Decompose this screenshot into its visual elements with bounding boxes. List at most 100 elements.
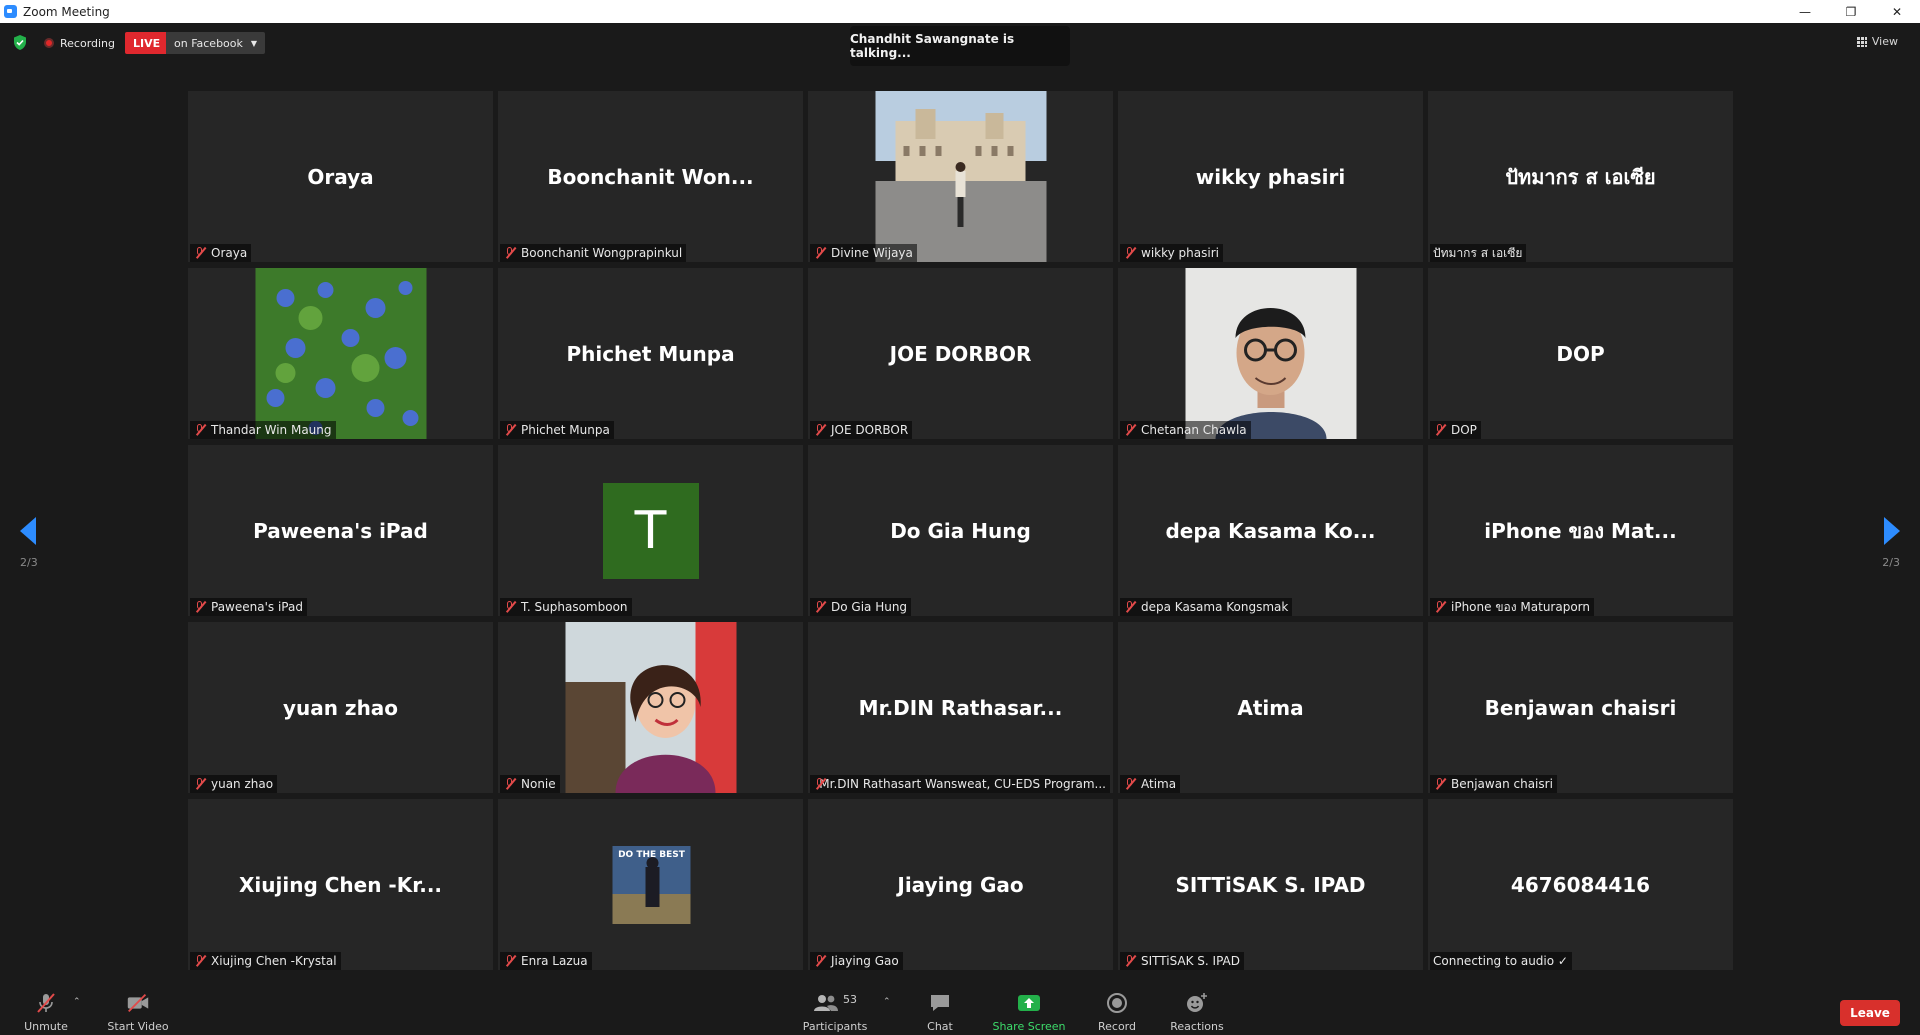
participant-display-name: Atima	[1237, 695, 1304, 720]
participants-label: Participants	[802, 1020, 868, 1033]
record-label: Record	[1097, 1020, 1136, 1033]
gallery-view: Oraya Oraya Boonchanit Won... Boonchanit Wo…	[188, 91, 1733, 971]
participant-name-label: Enra Lazua	[500, 952, 592, 970]
leave-button[interactable]: Leave	[1840, 1000, 1900, 1026]
participant-tile[interactable]: DOP DOP	[1428, 268, 1733, 439]
participant-tile[interactable]: SITTiSAK S. IPAD SITTiSAK S. IPAD	[1118, 799, 1423, 970]
participant-name-label: Paweena's iPad	[190, 598, 307, 616]
live-stream-label: on Facebook	[174, 36, 243, 50]
participant-tile[interactable]: Boonchanit Won... Boonchanit Wongprapinku…	[498, 91, 803, 262]
participant-name-text: Benjawan chaisri	[1451, 777, 1553, 791]
muted-mic-icon	[813, 954, 827, 968]
participant-tile[interactable]: Benjawan chaisri Benjawan chaisri	[1428, 622, 1733, 793]
participant-tile[interactable]: 4676084416 Connecting to audio ✓	[1428, 799, 1733, 970]
participant-name-text: DOP	[1451, 423, 1477, 437]
muted-mic-icon	[503, 246, 517, 260]
participant-tile[interactable]: Jiaying Gao Jiaying Gao	[808, 799, 1113, 970]
participant-display-name: Boonchanit Won...	[547, 164, 754, 189]
participant-video-city-square-photo	[875, 91, 1046, 262]
participant-tile[interactable]: Atima Atima	[1118, 622, 1423, 793]
participant-tile[interactable]: Oraya Oraya	[188, 91, 493, 262]
unmute-label: Unmute	[24, 1020, 68, 1033]
participant-tile[interactable]: Xiujing Chen -Kr... Xiujing Chen -Krystal	[188, 799, 493, 970]
participant-display-name: wikky phasiri	[1195, 164, 1346, 189]
participant-tile[interactable]: T T. Suphasomboon	[498, 445, 803, 616]
previous-page-arrow-icon[interactable]	[20, 517, 36, 545]
participant-display-name: DOP	[1556, 341, 1605, 366]
participant-name-label: SITTiSAK S. IPAD	[1120, 952, 1245, 970]
participant-display-name: Phichet Munpa	[566, 341, 735, 366]
muted-mic-icon	[503, 423, 517, 437]
chat-button[interactable]: Chat	[920, 980, 960, 1035]
participant-count: 53	[843, 992, 857, 1006]
participant-name-label: Phichet Munpa	[500, 421, 614, 439]
participant-display-name: Paweena's iPad	[253, 518, 428, 543]
participant-tile[interactable]: Chetanan Chawla	[1118, 268, 1423, 439]
participant-display-name: Mr.DIN Rathasar...	[858, 695, 1063, 720]
participant-name-label: T. Suphasomboon	[500, 598, 632, 616]
participant-tile[interactable]: Phichet Munpa Phichet Munpa	[498, 268, 803, 439]
participants-options-caret-icon[interactable]: ⌃	[883, 997, 891, 1007]
participant-name-text: ปัทมากร ส เอเซีย	[1433, 245, 1523, 260]
participant-tile[interactable]: ปัทมากร ส เอเซีย ปัทมากร ส เอเซีย	[1428, 91, 1733, 262]
participant-tile[interactable]: Divine Wijaya	[808, 91, 1113, 262]
participant-name-text: Phichet Munpa	[521, 423, 610, 437]
participant-tile[interactable]: Do Gia Hung Do Gia Hung	[808, 445, 1113, 616]
share-screen-button[interactable]: Share Screen	[990, 980, 1068, 1035]
participant-tile[interactable]: Thandar Win Maung	[188, 268, 493, 439]
participant-tile[interactable]: yuan zhao yuan zhao	[188, 622, 493, 793]
participant-name-text: Mr.DIN Rathasart Wansweat, CU-EDS Progra…	[819, 777, 1106, 791]
participant-tile[interactable]: wikky phasiri wikky phasiri	[1118, 91, 1423, 262]
record-button[interactable]: Record	[1095, 980, 1139, 1035]
zoom-app-icon	[4, 5, 17, 18]
participants-button[interactable]: 53 Participants	[800, 980, 870, 1035]
participant-tile[interactable]: Mr.DIN Rathasar... Mr.DIN Rathasart Wansw…	[808, 622, 1113, 793]
muted-mic-icon	[193, 246, 207, 260]
reactions-button[interactable]: Reactions	[1168, 980, 1226, 1035]
participant-tile[interactable]: depa Kasama Ko... depa Kasama Kongsmak	[1118, 445, 1423, 616]
muted-mic-icon	[1433, 600, 1447, 614]
live-badge[interactable]: LIVE	[125, 32, 169, 54]
participant-display-name: Oraya	[307, 164, 374, 189]
participant-tile[interactable]: JOE DORBOR JOE DORBOR	[808, 268, 1113, 439]
window-titlebar: Zoom Meeting — ❐ ✕	[0, 0, 1920, 23]
caret-down-icon: ▼	[250, 38, 258, 48]
close-button[interactable]: ✕	[1874, 0, 1920, 23]
participant-name-label: Mr.DIN Rathasart Wansweat, CU-EDS Progra…	[810, 775, 1110, 793]
participant-display-name: Benjawan chaisri	[1484, 695, 1677, 720]
participant-name-text: Divine Wijaya	[831, 246, 913, 260]
participant-name-label: Jiaying Gao	[810, 952, 903, 970]
minimize-button[interactable]: —	[1782, 0, 1828, 23]
muted-mic-icon	[1123, 954, 1137, 968]
participant-name-label: Do Gia Hung	[810, 598, 912, 616]
participant-video-do-the-best-photo: DO THE BEST	[565, 799, 736, 970]
participant-tile[interactable]: iPhone ของ Mat... iPhone ของ Maturaporn	[1428, 445, 1733, 616]
participant-display-name: ปัทมากร ส เอเซีย	[1505, 164, 1656, 189]
restore-button[interactable]: ❐	[1828, 0, 1874, 23]
muted-mic-icon	[1433, 777, 1447, 791]
audio-options-caret-icon[interactable]: ⌃	[73, 997, 81, 1007]
participant-name-label: Oraya	[190, 244, 252, 262]
muted-mic-icon	[813, 246, 827, 260]
participant-name-label: Nonie	[500, 775, 560, 793]
video-off-camera-icon	[125, 992, 151, 1014]
avatar: T	[602, 482, 699, 579]
security-shield-icon[interactable]	[12, 34, 28, 51]
live-stream-dropdown[interactable]: on Facebook ▼	[166, 32, 266, 54]
participant-tile[interactable]: Nonie	[498, 622, 803, 793]
window-title: Zoom Meeting	[23, 4, 110, 19]
participant-name-text: JOE DORBOR	[831, 423, 909, 437]
muted-mic-icon	[1123, 246, 1137, 260]
participant-tile[interactable]: Paweena's iPad Paweena's iPad	[188, 445, 493, 616]
muted-mic-icon	[193, 777, 207, 791]
start-video-button[interactable]: Start Video	[104, 980, 172, 1035]
recording-indicator[interactable]: Recording	[44, 32, 115, 54]
meeting-topbar: Recording LIVE on Facebook ▼ Chandhit Sa…	[0, 23, 1920, 66]
unmute-button[interactable]: Unmute	[18, 980, 74, 1035]
chat-bubble-icon	[927, 992, 953, 1014]
participant-tile[interactable]: DO THE BEST Enra Lazua	[498, 799, 803, 970]
participant-name-label: Xiujing Chen -Krystal	[190, 952, 341, 970]
next-page-arrow-icon[interactable]	[1884, 517, 1900, 545]
chat-label: Chat	[927, 1020, 953, 1033]
view-button[interactable]: View	[1856, 35, 1898, 48]
